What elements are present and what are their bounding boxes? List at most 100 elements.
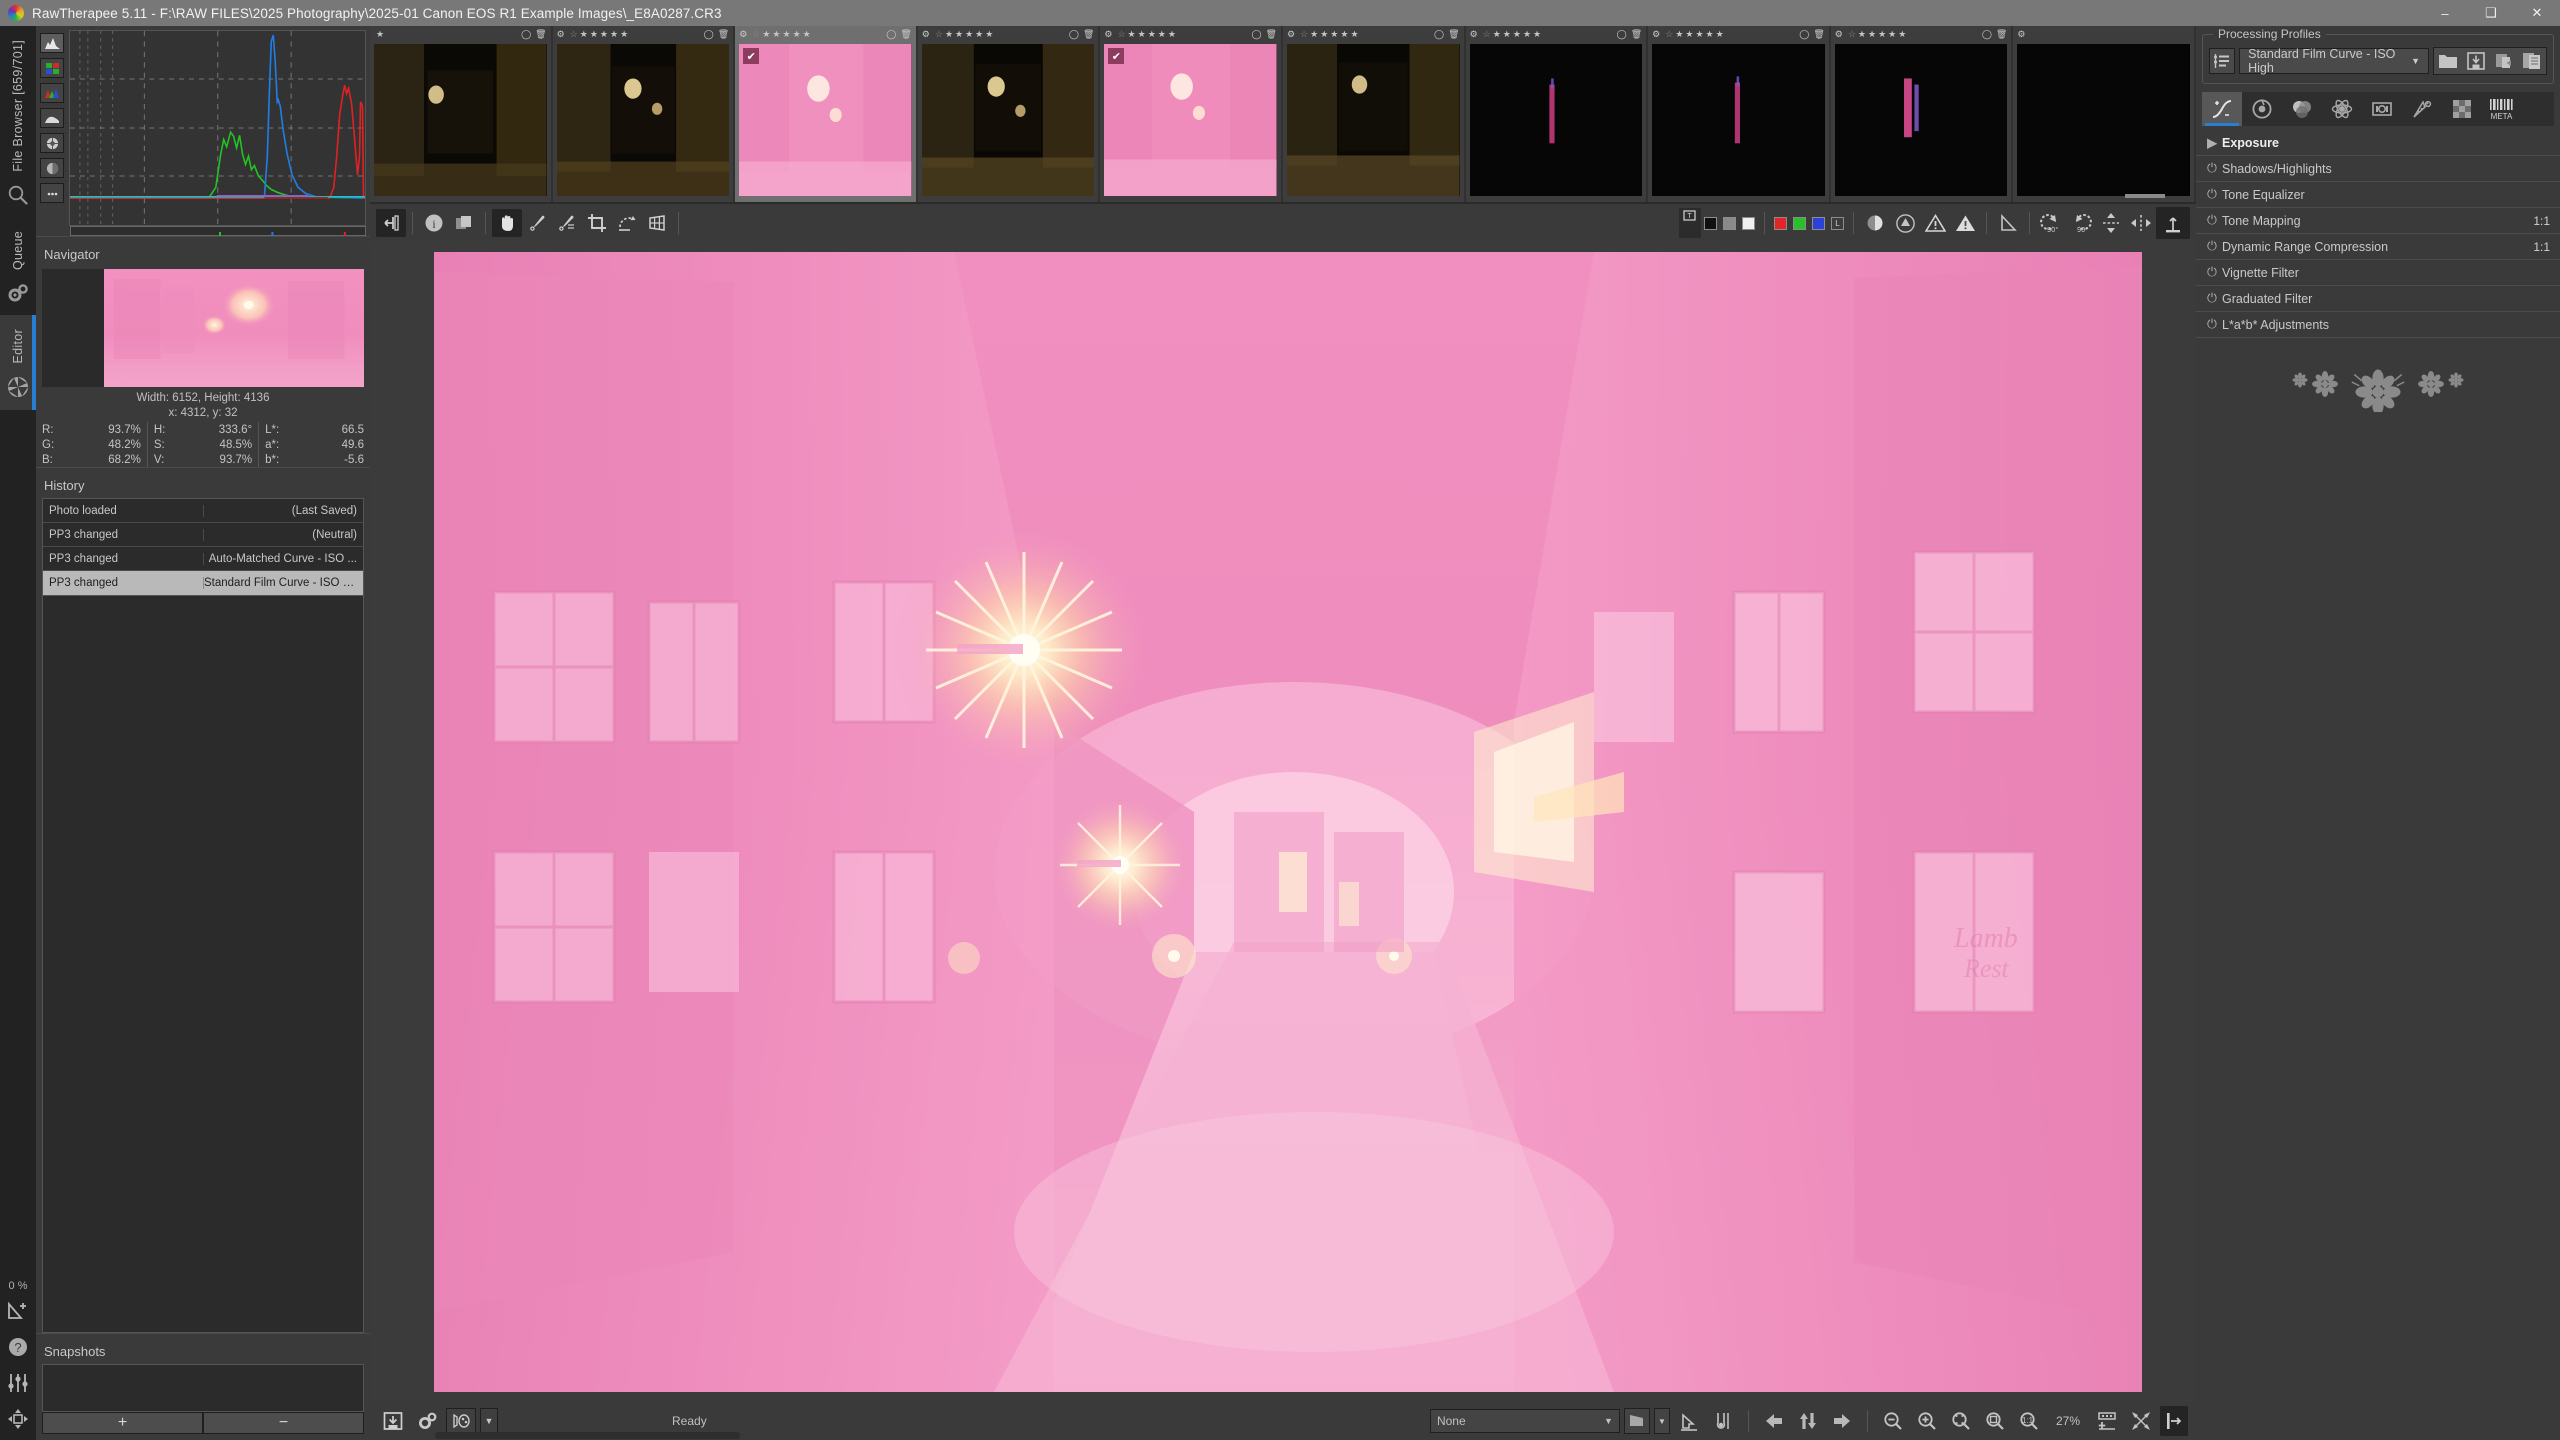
preview-sharpmask-icon[interactable]	[1860, 209, 1890, 237]
filmstrip-scroll-thumb[interactable]	[2125, 194, 2165, 198]
hand-tool-icon[interactable]	[492, 209, 522, 237]
trash-icon[interactable]: 🗑	[1266, 29, 1277, 40]
color-label-icon[interactable]: ◯	[1799, 29, 1809, 40]
filmstrip-scrollbar[interactable]	[370, 194, 2196, 202]
rating-stars[interactable]: ☆★★★★★	[1483, 30, 1541, 39]
clipped-shadows-icon[interactable]	[1920, 209, 1950, 237]
navigator-thumbnail[interactable]	[42, 269, 364, 387]
rotate-right-icon[interactable]: 90°	[2066, 209, 2096, 237]
trash-icon[interactable]: 🗑	[900, 29, 911, 40]
gear-icon[interactable]: ⚙	[1470, 29, 1478, 40]
chromaticity-icon[interactable]	[40, 133, 64, 153]
filmstrip-thumbnail[interactable]: ⚙ ☆★★★★★ ◯ 🗑	[1648, 26, 1829, 202]
prev-image-icon[interactable]	[1759, 1407, 1789, 1435]
clipped-highlights-icon[interactable]	[1950, 209, 1980, 237]
list-item[interactable]: PP3 changed (Neutral)	[43, 523, 363, 547]
local-edit-tab-icon[interactable]	[2442, 92, 2482, 126]
list-item[interactable]: PP3 changed Auto-Matched Curve - ISO ...	[43, 547, 363, 571]
filmstrip-thumbnail[interactable]: ⚙ ☆★★★★★ ◯ 🗑	[1283, 26, 1464, 202]
curve-add-icon[interactable]	[0, 1300, 36, 1322]
flip-vertical-icon[interactable]	[2096, 209, 2126, 237]
list-item-selected[interactable]: PP3 changed Standard Film Curve - ISO H.…	[43, 571, 363, 595]
tool-lab-adjustments[interactable]: ⏻ L*a*b* Adjustments	[2196, 312, 2560, 338]
rating-stars[interactable]: ★	[376, 30, 384, 39]
move-icon[interactable]	[0, 1408, 36, 1430]
tool-vignette-filter[interactable]: ⏻ Vignette Filter	[2196, 260, 2560, 286]
softproof-icon[interactable]	[1624, 1408, 1650, 1434]
bg-swatch-gray[interactable]	[1723, 217, 1736, 230]
zoom-crop-icon[interactable]	[1980, 1407, 2010, 1435]
sidebar-item-editor[interactable]: Editor	[0, 315, 36, 410]
detail-tab-icon[interactable]	[2242, 92, 2282, 126]
rating-stars[interactable]: ☆★★★★★	[752, 30, 810, 39]
zoom-fit-icon[interactable]	[1946, 1407, 1976, 1435]
load-profile-icon[interactable]	[2434, 48, 2462, 74]
next-image-icon[interactable]	[1827, 1407, 1857, 1435]
rating-stars[interactable]: ☆★★★★★	[1300, 30, 1358, 39]
filmstrip[interactable]: ★ ◯ 🗑 ⚙ ☆★★★★★	[370, 26, 2196, 202]
rating-stars[interactable]: ☆★★★★★	[1665, 30, 1723, 39]
gear-icon[interactable]: ⚙	[922, 29, 930, 40]
gamut-check-icon[interactable]	[1708, 1407, 1738, 1435]
panel-toggle-icon[interactable]	[2160, 1406, 2188, 1436]
rating-stars[interactable]: ☆★★★★★	[1117, 30, 1175, 39]
filmstrip-thumbnail[interactable]: ⚙ ☆★★★★★ ◯ 🗑	[553, 26, 734, 202]
barchart-icon[interactable]	[40, 108, 64, 128]
tool-shadows-highlights[interactable]: ⏻ Shadows/Highlights	[2196, 156, 2560, 182]
gear-icon[interactable]: ⚙	[1652, 29, 1660, 40]
trash-icon[interactable]: 🗑	[1631, 29, 1642, 40]
color-label-icon[interactable]: ◯	[1617, 29, 1627, 40]
filmstrip-thumbnail[interactable]: ⚙	[2013, 26, 2194, 202]
checkmark-icon[interactable]: ✔	[743, 48, 759, 64]
raw-icon[interactable]	[40, 83, 64, 103]
history-list[interactable]: Photo loaded (Last Saved) PP3 changed (N…	[42, 498, 364, 596]
edited-photo-preview[interactable]: Lamb Rest	[434, 252, 2142, 1392]
checkmark-icon[interactable]: ✔	[1108, 48, 1124, 64]
tool-graduated-filter[interactable]: ⏻ Graduated Filter	[2196, 286, 2560, 312]
snapshots-list[interactable]	[42, 1364, 364, 1412]
gamut-warning-icon[interactable]	[1993, 209, 2023, 237]
color-label-icon[interactable]: ◯	[704, 29, 714, 40]
metadata-tab-icon[interactable]: META	[2482, 92, 2522, 126]
histogram-plot[interactable]	[69, 30, 366, 226]
gear-icon[interactable]: ⚙	[557, 29, 565, 40]
rotate-left-icon[interactable]: 90°	[2036, 209, 2066, 237]
bg-swatch-white[interactable]	[1742, 217, 1755, 230]
advanced-tab-icon[interactable]	[2322, 92, 2362, 126]
color-label-icon[interactable]: ◯	[1069, 29, 1079, 40]
crop-icon[interactable]	[582, 209, 612, 237]
profile-list-icon[interactable]	[2209, 48, 2235, 74]
compare-icon[interactable]	[1793, 1407, 1823, 1435]
list-item[interactable]: Photo loaded (Last Saved)	[43, 499, 363, 523]
trash-icon[interactable]: 🗑	[535, 29, 546, 40]
power-icon[interactable]: ⏻	[2202, 317, 2222, 332]
rating-stars[interactable]: ☆★★★★★	[935, 30, 993, 39]
options-icon[interactable]	[40, 183, 64, 203]
raw-tab-icon[interactable]	[2402, 92, 2442, 126]
zoom-in-icon[interactable]	[1912, 1407, 1942, 1435]
tool-exposure[interactable]: ▶ Exposure	[2196, 130, 2560, 156]
power-icon[interactable]: ⏻	[2202, 213, 2222, 228]
clear-icon[interactable]	[2092, 1407, 2122, 1435]
sidebar-item-file-browser[interactable]: File Browser [659/701]	[0, 26, 36, 217]
gear-icon[interactable]: ⚙	[2017, 29, 2025, 40]
save-profile-icon[interactable]	[2462, 48, 2490, 74]
queue-icon[interactable]	[412, 1407, 442, 1435]
grayscale-icon[interactable]	[40, 158, 64, 178]
gear-icon[interactable]: ⚙	[1835, 29, 1843, 40]
remove-snapshot-button[interactable]: −	[203, 1412, 364, 1434]
help-icon[interactable]: ?	[0, 1336, 36, 1358]
color-label-icon[interactable]: ◯	[1251, 29, 1261, 40]
minimize-button[interactable]: –	[2422, 0, 2468, 26]
filmstrip-thumbnail[interactable]: ⚙ ☆★★★★★ ◯ 🗑	[1466, 26, 1647, 202]
profile-combo[interactable]: Standard Film Curve - ISO High ▼	[2239, 48, 2429, 74]
channel-swatch-green[interactable]	[1793, 217, 1806, 230]
maximize-button[interactable]: ❑	[2468, 0, 2514, 26]
preview-focusmask-icon[interactable]	[1890, 209, 1920, 237]
color-label-icon[interactable]: ◯	[521, 29, 531, 40]
add-snapshot-button[interactable]: +	[42, 1412, 203, 1434]
perspective-icon[interactable]	[642, 209, 672, 237]
gear-icon[interactable]: ⚙	[739, 29, 747, 40]
before-after-icon[interactable]	[449, 209, 479, 237]
color-picker-icon[interactable]	[522, 209, 552, 237]
